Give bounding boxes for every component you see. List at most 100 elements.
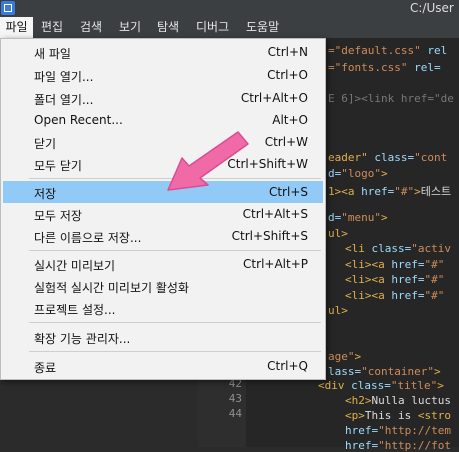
menu-item-label: 파일 열기... <box>34 70 94 84</box>
code-token: > <box>381 211 388 224</box>
code-token: d= <box>328 167 342 180</box>
code-token: ul> <box>328 227 348 240</box>
menu-item-experimental-live-preview[interactable]: 실험적 실시간 미리보기 활성화 <box>3 275 323 297</box>
code-token: ul> <box>328 304 348 317</box>
menu-search[interactable]: 검색 <box>80 17 102 38</box>
menu-help[interactable]: 도움말 <box>246 17 279 38</box>
code-token: ="default.css" <box>328 44 421 57</box>
code-token: age" <box>328 350 355 363</box>
code-token: rel= <box>414 61 441 74</box>
title-bar: C:/User <box>0 0 459 17</box>
menu-item-shortcut: Ctrl+Alt+S <box>242 207 308 221</box>
code-line: <li><a href="#" <box>345 289 444 302</box>
menu-item-open-folder[interactable]: 폴더 열기... Ctrl+Alt+O <box>3 87 323 109</box>
code-token: lass= <box>328 365 362 378</box>
code-token: "cont <box>414 151 448 164</box>
menu-separator <box>29 322 321 323</box>
menu-item-shortcut: Ctrl+N <box>267 45 308 59</box>
code-token: <h2> <box>345 394 372 407</box>
menu-item-label: Open Recent... <box>34 113 123 127</box>
menu-item-shortcut: Ctrl+Alt+O <box>240 91 308 105</box>
menu-navigate[interactable]: 탐색 <box>157 17 179 38</box>
code-token: "activ <box>411 242 451 255</box>
code-line: ="fonts.css" rel= <box>328 61 441 74</box>
menu-item-shortcut: Ctrl+S <box>268 185 308 199</box>
code-token: class= <box>351 379 391 392</box>
menu-item-live-preview[interactable]: 실시간 미리보기 Ctrl+Alt+P <box>3 253 323 275</box>
file-menu-dropdown: 새 파일 Ctrl+N 파일 열기... Ctrl+O 폴더 열기... Ctr… <box>0 38 326 380</box>
code-token: E 6]><link href="de <box>328 92 454 105</box>
code-line: d="menu"> <box>328 211 388 224</box>
menu-item-label: 닫기 <box>34 137 57 151</box>
menu-item-extension-manager[interactable]: 확장 기능 관리자... <box>3 326 323 348</box>
code-line: href="http://tem <box>345 424 451 437</box>
menu-item-label: 새 파일 <box>34 47 71 61</box>
code-token: href= <box>361 185 395 198</box>
menu-item-exit[interactable]: 종료 Ctrl+Q <box>3 355 323 377</box>
menu-item-label: 모두 닫기 <box>34 159 82 173</box>
code-token: Nulla luctus <box>371 394 451 407</box>
code-token: <div <box>318 379 352 392</box>
code-line: eader" class="cont <box>328 151 447 164</box>
code-line: <div class="title"> <box>318 379 444 392</box>
code-line: <li class="activ <box>345 242 451 255</box>
menu-item-label: 다른 이름으로 저장... <box>34 231 142 245</box>
menu-debug[interactable]: 디버그 <box>196 17 229 38</box>
code-token: href= <box>345 424 379 437</box>
code-token: href= <box>391 273 425 286</box>
menu-view[interactable]: 보기 <box>119 17 141 38</box>
menu-file[interactable]: 파일 <box>0 17 33 38</box>
menu-item-shortcut: Ctrl+W <box>264 135 308 149</box>
code-line: <h2>Nulla luctus <box>345 394 451 407</box>
menu-item-label: 종료 <box>34 361 57 375</box>
code-line: href="http://fot <box>345 439 451 452</box>
app-icon <box>1 1 15 15</box>
menu-item-label: 프로젝트 설정... <box>34 303 116 317</box>
menu-item-save-as[interactable]: 다른 이름으로 저장... Ctrl+Shift+S <box>3 225 323 247</box>
window-title: C:/User <box>410 1 454 15</box>
menu-item-open-file[interactable]: 파일 열기... Ctrl+O <box>3 64 323 86</box>
code-token: href= <box>391 289 425 302</box>
code-token: <stro <box>417 409 451 422</box>
code-token: > <box>354 350 362 363</box>
code-token: rel <box>427 44 448 57</box>
code-line: <p>This is <stro <box>345 409 451 422</box>
menu-item-label: 실시간 미리보기 <box>34 259 116 273</box>
code-line: d="logo"> <box>328 167 388 180</box>
code-line: <li><a href="#" <box>345 273 444 286</box>
code-token: "title" <box>390 379 438 392</box>
code-token: "http://tem <box>378 424 451 437</box>
menu-item-shortcut: Ctrl+Q <box>267 359 308 373</box>
code-token: "#" <box>424 258 445 271</box>
menu-item-project-settings[interactable]: 프로젝트 설정... <box>3 297 323 319</box>
code-line: 1><a href="#">테스트 <box>328 183 451 199</box>
code-token: "logo" <box>341 167 381 180</box>
code-token: href= <box>391 258 425 271</box>
code-token: <li><a <box>345 258 392 271</box>
menu-item-new-file[interactable]: 새 파일 Ctrl+N <box>3 41 323 63</box>
code-token: class= <box>371 242 412 255</box>
code-line: ul> <box>328 304 348 317</box>
code-token: > <box>381 167 388 180</box>
menu-item-shortcut: Ctrl+O <box>267 68 308 82</box>
line-number: 43 <box>228 392 242 405</box>
menu-separator <box>29 250 321 251</box>
code-line: ="default.css" rel <box>328 44 447 57</box>
pink-arrow-icon <box>167 131 249 191</box>
code-token: <li><a <box>345 289 392 302</box>
code-token: ="fonts.css" <box>328 61 408 74</box>
code-token: > <box>433 365 441 378</box>
code-token: "http://fot <box>378 439 451 452</box>
menu-edit[interactable]: 편집 <box>41 17 63 38</box>
code-line: <li><a href="#" <box>345 258 444 271</box>
menu-item-label: 모두 저장 <box>34 209 82 223</box>
code-token: eader" <box>328 151 368 164</box>
code-token: "menu" <box>341 211 381 224</box>
menu-item-label: 실험적 실시간 미리보기 활성화 <box>34 281 189 295</box>
code-line: lass="container"> <box>328 365 441 378</box>
code-token: <p> <box>345 409 365 422</box>
code-token: "#" <box>424 289 445 302</box>
code-token: "#" <box>424 273 445 286</box>
menu-item-shortcut: Alt+O <box>272 113 308 127</box>
code-token: class= <box>374 151 415 164</box>
